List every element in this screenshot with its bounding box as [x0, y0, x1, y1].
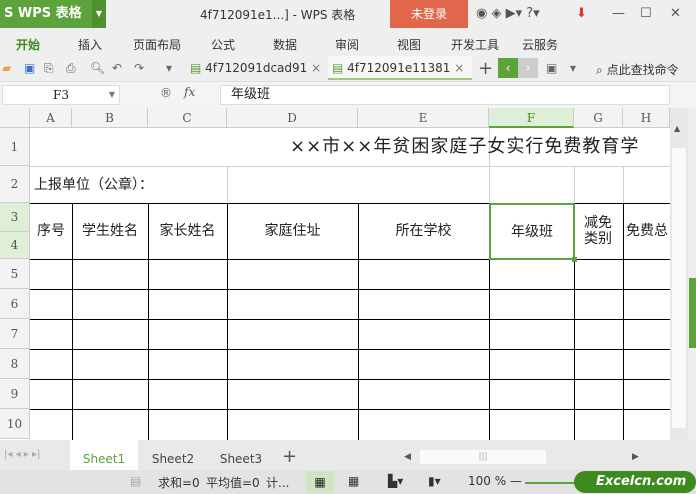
preview-icon[interactable]: 🔍︎: [90, 61, 105, 75]
header-cell-grade-selected[interactable]: 年级班: [489, 203, 575, 260]
pin-icon[interactable]: ▾: [570, 61, 576, 75]
window-title: 4f712091e1...] - WPS 表格: [200, 8, 356, 22]
watermark-logo: Excelcn.com: [574, 471, 696, 493]
command-search-label: 点此查找命令: [606, 63, 679, 77]
spreadsheet-grid[interactable]: A B C D E F G H 1 2 3 4 5 6 7 8 9 10 ××市…: [0, 108, 670, 440]
menu-data[interactable]: 数据: [273, 36, 297, 53]
normal-view-icon[interactable]: ▦: [306, 471, 334, 493]
open-icon[interactable]: ▰: [2, 61, 11, 75]
zoom-out-icon[interactable]: —: [510, 474, 522, 488]
cell-ref: F3: [53, 88, 69, 102]
close-icon[interactable]: ✕: [670, 6, 681, 21]
scroll-up-icon[interactable]: ▲: [674, 124, 680, 133]
command-search[interactable]: ⌕ 点此查找命令: [596, 61, 679, 78]
zoom-level[interactable]: 100 %: [468, 474, 506, 488]
add-sheet-icon[interactable]: +: [282, 446, 297, 467]
header-cell-reduction[interactable]: 减免类别: [576, 203, 620, 259]
sheet-tab-3[interactable]: Sheet3: [208, 440, 274, 470]
sheet-tab-1[interactable]: Sheet1: [70, 440, 138, 470]
chevron-down-icon[interactable]: ▼: [92, 0, 106, 28]
tab-prev-icon[interactable]: ‹: [498, 58, 518, 78]
doc-tab-label: 4f712091dcad91: [205, 61, 308, 75]
header-cell-address[interactable]: 家庭住址: [227, 203, 358, 259]
doc-tab-label: 4f712091e11381: [347, 61, 451, 75]
menu-home[interactable]: 开始: [16, 36, 40, 53]
header-cell-free-total[interactable]: 免费总: [624, 203, 670, 259]
name-box[interactable]: F3 ▼: [2, 85, 120, 105]
close-tab-icon[interactable]: ×: [450, 61, 464, 75]
status-average: 平均值=0: [206, 476, 260, 490]
save-icon[interactable]: ▣: [24, 61, 35, 75]
zoom-slider[interactable]: [525, 482, 575, 484]
scroll-right-icon[interactable]: ▶: [632, 452, 639, 462]
formula-input[interactable]: 年级班: [220, 85, 670, 105]
header-cell-student[interactable]: 学生姓名: [72, 203, 148, 259]
header-cell-school[interactable]: 所在学校: [358, 203, 489, 259]
new-tab-icon[interactable]: +: [478, 58, 493, 79]
zoom-formula-icon[interactable]: ®: [160, 86, 172, 100]
tab-next-icon[interactable]: ›: [518, 58, 538, 78]
search-icon: ⌕: [596, 63, 603, 77]
unit-cell[interactable]: 上报单位（公章）：: [34, 166, 224, 203]
menu-cloud[interactable]: 云服务: [522, 36, 558, 53]
doc-tab-2[interactable]: ▤ 4f712091e11381 ×: [328, 56, 472, 80]
status-count: 计...: [266, 476, 290, 490]
scroll-left-icon[interactable]: ◀: [404, 452, 411, 462]
login-button[interactable]: 未登录: [390, 0, 468, 28]
print-icon[interactable]: ⎙: [66, 61, 76, 76]
more-dropdown-icon[interactable]: ▾: [166, 61, 172, 75]
layout-icon[interactable]: ▙▾: [388, 474, 403, 488]
status-sum: 求和=0: [158, 476, 200, 490]
menu-layout[interactable]: 页面布局: [133, 36, 181, 53]
scroll-thumb[interactable]: [672, 148, 686, 428]
doc-icon: ▤: [190, 61, 206, 75]
export-icon[interactable]: ⎘: [44, 61, 54, 76]
chevron-down-icon[interactable]: ▼: [109, 86, 115, 104]
minimize-icon[interactable]: —: [612, 6, 625, 21]
header-cell-seq[interactable]: 序号: [30, 203, 72, 259]
doc-tab-1[interactable]: ▤ 4f712091dcad91 ×: [186, 56, 326, 80]
header-cell-parent[interactable]: 家长姓名: [148, 203, 227, 259]
menu-view[interactable]: 视图: [397, 36, 421, 53]
sheet-tab-2[interactable]: Sheet2: [140, 440, 206, 470]
undo-icon[interactable]: ↶: [112, 61, 122, 75]
close-tab-icon[interactable]: ×: [307, 61, 321, 75]
page-break-view-icon[interactable]: ▦: [348, 474, 359, 488]
menu-developer[interactable]: 开发工具: [451, 36, 499, 53]
horizontal-scrollbar[interactable]: |||: [420, 450, 546, 464]
menu-insert[interactable]: 插入: [78, 36, 102, 53]
sheet-nav-icons[interactable]: |◂ ◂ ▸ ▸|: [4, 449, 40, 460]
vertical-scrollbar[interactable]: ▲: [670, 108, 688, 440]
present-icon[interactable]: ▣: [546, 61, 557, 75]
wps-menu-button[interactable]: S WPS 表格: [0, 0, 92, 28]
eye-protect-icon[interactable]: ▮▾: [428, 474, 441, 488]
skin-icon[interactable]: ◉ ◈ ▶▾ ?▾: [476, 6, 540, 21]
side-panel[interactable]: [688, 108, 696, 440]
fx-icon[interactable]: fx: [184, 85, 195, 99]
download-icon[interactable]: ⬇: [576, 6, 587, 21]
menu-review[interactable]: 审阅: [335, 36, 359, 53]
doc-icon: ▤: [332, 61, 348, 75]
menu-formula[interactable]: 公式: [211, 36, 235, 53]
sheet-title[interactable]: ××市××年贫困家庭子女实行免费教育学: [290, 128, 670, 166]
notes-icon[interactable]: ▤: [130, 474, 141, 488]
redo-icon[interactable]: ↷: [134, 61, 144, 75]
maximize-icon[interactable]: ☐: [640, 6, 652, 21]
